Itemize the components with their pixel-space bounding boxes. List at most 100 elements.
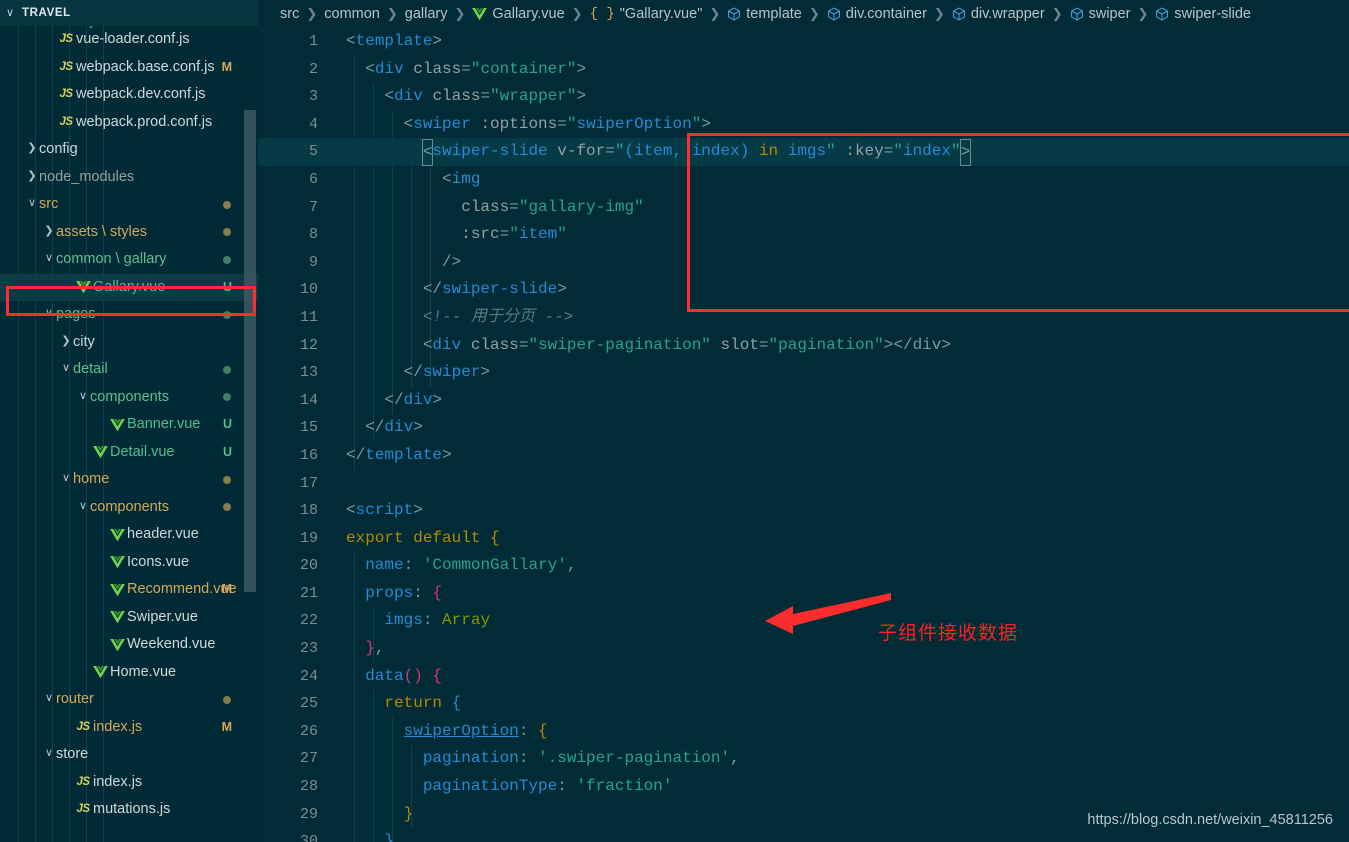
code-line[interactable]: 5 <swiper-slide v-for="(item, index) in …	[258, 138, 1349, 167]
breadcrumb-item-common[interactable]: common	[324, 6, 380, 22]
tree-item-label: Detail.vue	[110, 443, 175, 460]
code-line[interactable]: 2 <div class="container">	[258, 56, 1349, 84]
sidebar-scrollbar[interactable]	[244, 110, 256, 592]
code-line[interactable]: 4 <swiper :options="swiperOption">	[258, 111, 1349, 139]
tree-item-index-js[interactable]: JS index.js	[0, 769, 258, 797]
breadcrumb-item-swiper[interactable]: swiper	[1070, 6, 1131, 22]
tree-item-recommend-vue[interactable]: Recommend.vue M	[0, 576, 258, 604]
tree-item-node-modules[interactable]: ❯ node_modules	[0, 164, 258, 192]
breadcrumb-item-template[interactable]: template	[727, 6, 802, 22]
breadcrumb-item-gallary-vue[interactable]: Gallary.vue	[472, 6, 565, 22]
js-file-icon: JS	[76, 720, 90, 733]
tree-item-assets-styles[interactable]: ❯ assets \ styles	[0, 219, 258, 247]
tree-item-components[interactable]: ∨ components	[0, 384, 258, 412]
breadcrumb-item-gallary[interactable]: gallary	[405, 6, 448, 22]
breadcrumb-separator-icon: ❯	[306, 6, 318, 21]
tree-item-webpack-dev-conf-js[interactable]: JS webpack.dev.conf.js	[0, 81, 258, 109]
code-line[interactable]: 18 <script>	[258, 497, 1349, 525]
code-line[interactable]: 20 name: 'CommonGallary',	[258, 552, 1349, 580]
tree-item-label: router	[56, 691, 94, 707]
tree-item-swiper-vue[interactable]: Swiper.vue	[0, 604, 258, 632]
code-line[interactable]: 30 }	[258, 828, 1349, 842]
tree-item-detail[interactable]: ∨ detail	[0, 356, 258, 384]
breadcrumb-item--gallary-vue-[interactable]: { } "Gallary.vue"	[590, 6, 703, 22]
breadcrumb-item-div-container[interactable]: div.container	[827, 6, 927, 22]
chevron-down-icon: ∨	[61, 362, 71, 374]
tree-item-common-gallary[interactable]: ∨ common \ gallary	[0, 246, 258, 274]
folder-status-dot	[223, 255, 231, 264]
code-line-text: }	[403, 804, 414, 823]
tree-item-home-vue[interactable]: Home.vue	[0, 659, 258, 687]
code-line[interactable]: 26 swiperOption: {	[258, 718, 1349, 746]
code-line[interactable]: 8 :src="item"	[258, 221, 1349, 249]
explorer-section-header[interactable]: ∨ TRAVEL	[0, 0, 258, 26]
code-area[interactable]: 1 <template> 2 <div class="container"> 3 <d…	[258, 28, 1349, 842]
tree-item-label: index.js	[93, 718, 143, 735]
cube-icon	[1070, 7, 1084, 21]
tree-item-city[interactable]: ❯ city	[0, 329, 258, 357]
breadcrumb-item-div-wrapper[interactable]: div.wrapper	[952, 6, 1045, 22]
tree-item-router[interactable]: ∨ router	[0, 686, 258, 714]
chevron-down-icon: ∨	[44, 307, 54, 319]
tree-item-src[interactable]: ∨ src	[0, 191, 258, 219]
line-number: 4	[308, 115, 318, 133]
tree-item-header-vue[interactable]: header.vue	[0, 521, 258, 549]
code-line[interactable]: 15 </div>	[258, 414, 1349, 442]
git-status-badge: U	[222, 417, 232, 431]
tree-item-gallary-vue[interactable]: Gallary.vue U	[0, 273, 258, 301]
code-line-text: paginationType: 'fraction'	[422, 777, 673, 796]
line-number: 20	[299, 557, 318, 575]
line-number: 22	[299, 612, 318, 630]
vue-file-icon	[107, 583, 127, 596]
code-line[interactable]: 17	[258, 470, 1349, 498]
code-line[interactable]: 16 </template>	[258, 442, 1349, 470]
watermark-url: https://blog.csdn.net/weixin_45811256	[1087, 812, 1333, 828]
tree-item-detail-vue[interactable]: Detail.vue U	[0, 439, 258, 467]
code-line[interactable]: 25 return {	[258, 690, 1349, 718]
code-line[interactable]: 19 export default {	[258, 525, 1349, 553]
code-line[interactable]: 1 <template>	[258, 28, 1349, 56]
code-line[interactable]: 9 />	[258, 249, 1349, 277]
tree-item-webpack-base-conf-js[interactable]: JS webpack.base.conf.js M	[0, 54, 258, 82]
tree-item-weekend-vue[interactable]: Weekend.vue	[0, 631, 258, 659]
tree-item-index-js[interactable]: JS index.js M	[0, 714, 258, 742]
code-line[interactable]: 22 imgs: Array	[258, 607, 1349, 635]
code-line[interactable]: 21 props: {	[258, 580, 1349, 608]
code-line[interactable]: 7 class="gallary-img"	[258, 194, 1349, 222]
code-line[interactable]: 24 data() {	[258, 663, 1349, 691]
code-line[interactable]: 14 </div>	[258, 387, 1349, 415]
breadcrumb-item-src[interactable]: src	[280, 6, 299, 22]
code-line[interactable]: 10 </swiper-slide>	[258, 276, 1349, 304]
breadcrumb-separator-icon: ❯	[1137, 6, 1149, 21]
code-line[interactable]: 3 <div class="wrapper">	[258, 83, 1349, 111]
tree-item-pages[interactable]: ∨ pages	[0, 301, 258, 329]
code-line[interactable]: 6 <img	[258, 166, 1349, 194]
code-line[interactable]: 12 <div class="swiper-pagination" slot="…	[258, 332, 1349, 360]
code-line[interactable]: 27 pagination: '.swiper-pagination',	[258, 745, 1349, 773]
tree-item-mutations-js[interactable]: JS mutations.js	[0, 796, 258, 824]
tree-item-icons-vue[interactable]: Icons.vue	[0, 549, 258, 577]
tree-item-webpack-prod-conf-js[interactable]: JS webpack.prod.conf.js	[0, 109, 258, 137]
breadcrumb-label: gallary	[404, 6, 448, 22]
cube-icon	[827, 7, 841, 21]
tree-item-label: detail	[73, 361, 108, 377]
chevron-down-icon: ∨	[61, 472, 71, 484]
cube-icon	[727, 7, 741, 21]
code-line[interactable]: 13 </swiper>	[258, 359, 1349, 387]
tree-item-components[interactable]: ∨ components	[0, 494, 258, 522]
line-number: 29	[299, 805, 318, 823]
tree-item-store[interactable]: ∨ store	[0, 741, 258, 769]
tree-item-banner-vue[interactable]: Banner.vue U	[0, 411, 258, 439]
tree-item-label: config	[39, 141, 78, 157]
tree-item-config[interactable]: ❯ config	[0, 136, 258, 164]
code-line-text: pagination: '.swiper-pagination',	[422, 749, 740, 768]
tree-item-home[interactable]: ∨ home	[0, 466, 258, 494]
code-line[interactable]: 23 },	[258, 635, 1349, 663]
tree-item-vue-loader-conf-js[interactable]: JS vue-loader.conf.js	[0, 26, 258, 54]
line-number: 10	[299, 281, 318, 299]
code-line[interactable]: 28 paginationType: 'fraction'	[258, 773, 1349, 801]
tree-item-label: components	[90, 498, 169, 515]
code-line-text: name: 'CommonGallary',	[365, 556, 577, 575]
code-line[interactable]: 11 <!-- 用于分页 -->	[258, 304, 1349, 332]
breadcrumb-item-swiper-slide[interactable]: swiper-slide	[1155, 6, 1251, 22]
